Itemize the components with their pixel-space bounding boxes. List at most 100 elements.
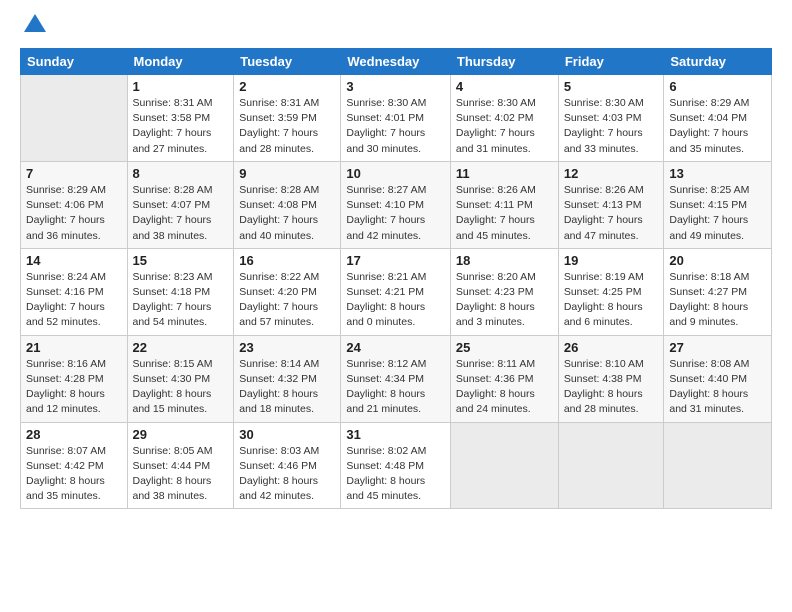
logo [20,18,46,38]
day-number: 23 [239,340,335,355]
table-row: 6 Sunrise: 8:29 AMSunset: 4:04 PMDaylight… [664,75,772,162]
day-detail: Sunrise: 8:29 AMSunset: 4:04 PMDaylight:… [669,96,766,157]
day-number: 17 [346,253,445,268]
table-row: 12 Sunrise: 8:26 AMSunset: 4:13 PMDayligh… [558,161,664,248]
day-detail: Sunrise: 8:23 AMSunset: 4:18 PMDaylight:… [133,270,229,331]
day-number: 27 [669,340,766,355]
day-number: 31 [346,427,445,442]
day-detail: Sunrise: 8:19 AMSunset: 4:25 PMDaylight:… [564,270,659,331]
table-row: 3 Sunrise: 8:30 AMSunset: 4:01 PMDaylight… [341,75,451,162]
day-detail: Sunrise: 8:28 AMSunset: 4:08 PMDaylight:… [239,183,335,244]
table-row: 5 Sunrise: 8:30 AMSunset: 4:03 PMDaylight… [558,75,664,162]
table-row: 26 Sunrise: 8:10 AMSunset: 4:38 PMDayligh… [558,335,664,422]
table-row: 16 Sunrise: 8:22 AMSunset: 4:20 PMDayligh… [234,248,341,335]
table-row: 22 Sunrise: 8:15 AMSunset: 4:30 PMDayligh… [127,335,234,422]
table-row: 17 Sunrise: 8:21 AMSunset: 4:21 PMDayligh… [341,248,451,335]
day-detail: Sunrise: 8:27 AMSunset: 4:10 PMDaylight:… [346,183,445,244]
day-number: 10 [346,166,445,181]
day-detail: Sunrise: 8:24 AMSunset: 4:16 PMDaylight:… [26,270,122,331]
col-sunday: Sunday [21,49,128,75]
table-row: 18 Sunrise: 8:20 AMSunset: 4:23 PMDayligh… [450,248,558,335]
table-row [450,422,558,509]
day-detail: Sunrise: 8:03 AMSunset: 4:46 PMDaylight:… [239,444,335,505]
day-number: 25 [456,340,553,355]
day-number: 5 [564,79,659,94]
calendar-week-row: 1 Sunrise: 8:31 AMSunset: 3:58 PMDaylight… [21,75,772,162]
day-detail: Sunrise: 8:07 AMSunset: 4:42 PMDaylight:… [26,444,122,505]
day-detail: Sunrise: 8:26 AMSunset: 4:13 PMDaylight:… [564,183,659,244]
day-detail: Sunrise: 8:11 AMSunset: 4:36 PMDaylight:… [456,357,553,418]
table-row: 10 Sunrise: 8:27 AMSunset: 4:10 PMDayligh… [341,161,451,248]
page: Sunday Monday Tuesday Wednesday Thursday… [0,0,792,612]
day-number: 4 [456,79,553,94]
day-number: 29 [133,427,229,442]
day-detail: Sunrise: 8:31 AMSunset: 3:58 PMDaylight:… [133,96,229,157]
day-detail: Sunrise: 8:15 AMSunset: 4:30 PMDaylight:… [133,357,229,418]
table-row: 25 Sunrise: 8:11 AMSunset: 4:36 PMDayligh… [450,335,558,422]
day-detail: Sunrise: 8:05 AMSunset: 4:44 PMDaylight:… [133,444,229,505]
day-detail: Sunrise: 8:29 AMSunset: 4:06 PMDaylight:… [26,183,122,244]
table-row: 13 Sunrise: 8:25 AMSunset: 4:15 PMDayligh… [664,161,772,248]
day-detail: Sunrise: 8:02 AMSunset: 4:48 PMDaylight:… [346,444,445,505]
day-detail: Sunrise: 8:18 AMSunset: 4:27 PMDaylight:… [669,270,766,331]
day-detail: Sunrise: 8:21 AMSunset: 4:21 PMDaylight:… [346,270,445,331]
day-number: 18 [456,253,553,268]
table-row: 7 Sunrise: 8:29 AMSunset: 4:06 PMDaylight… [21,161,128,248]
table-row: 19Sunrise: 8:19 AMSunset: 4:25 PMDayligh… [558,248,664,335]
table-row: 15 Sunrise: 8:23 AMSunset: 4:18 PMDayligh… [127,248,234,335]
day-number: 16 [239,253,335,268]
day-detail: Sunrise: 8:08 AMSunset: 4:40 PMDaylight:… [669,357,766,418]
day-number: 20 [669,253,766,268]
weekday-header-row: Sunday Monday Tuesday Wednesday Thursday… [21,49,772,75]
day-number: 13 [669,166,766,181]
table-row: 30 Sunrise: 8:03 AMSunset: 4:46 PMDayligh… [234,422,341,509]
table-row: 9 Sunrise: 8:28 AMSunset: 4:08 PMDaylight… [234,161,341,248]
table-row: 21 Sunrise: 8:16 AMSunset: 4:28 PMDayligh… [21,335,128,422]
day-detail: Sunrise: 8:30 AMSunset: 4:02 PMDaylight:… [456,96,553,157]
day-detail: Sunrise: 8:16 AMSunset: 4:28 PMDaylight:… [26,357,122,418]
calendar-week-row: 14 Sunrise: 8:24 AMSunset: 4:16 PMDayligh… [21,248,772,335]
table-row [664,422,772,509]
calendar-table: Sunday Monday Tuesday Wednesday Thursday… [20,48,772,509]
day-number: 9 [239,166,335,181]
table-row [558,422,664,509]
day-number: 12 [564,166,659,181]
day-number: 6 [669,79,766,94]
day-number: 3 [346,79,445,94]
day-detail: Sunrise: 8:20 AMSunset: 4:23 PMDaylight:… [456,270,553,331]
calendar-week-row: 28 Sunrise: 8:07 AMSunset: 4:42 PMDayligh… [21,422,772,509]
col-saturday: Saturday [664,49,772,75]
day-number: 1 [133,79,229,94]
table-row: 20 Sunrise: 8:18 AMSunset: 4:27 PMDayligh… [664,248,772,335]
day-number: 21 [26,340,122,355]
day-number: 15 [133,253,229,268]
day-detail: Sunrise: 8:30 AMSunset: 4:01 PMDaylight:… [346,96,445,157]
col-monday: Monday [127,49,234,75]
day-detail: Sunrise: 8:31 AMSunset: 3:59 PMDaylight:… [239,96,335,157]
table-row: 2 Sunrise: 8:31 AMSunset: 3:59 PMDaylight… [234,75,341,162]
table-row: 8Sunrise: 8:28 AMSunset: 4:07 PMDaylight… [127,161,234,248]
day-detail: Sunrise: 8:12 AMSunset: 4:34 PMDaylight:… [346,357,445,418]
calendar-week-row: 7 Sunrise: 8:29 AMSunset: 4:06 PMDaylight… [21,161,772,248]
day-number: 26 [564,340,659,355]
day-detail: Sunrise: 8:26 AMSunset: 4:11 PMDaylight:… [456,183,553,244]
day-number: 30 [239,427,335,442]
table-row: 31 Sunrise: 8:02 AMSunset: 4:48 PMDayligh… [341,422,451,509]
col-wednesday: Wednesday [341,49,451,75]
day-number: 24 [346,340,445,355]
day-detail: Sunrise: 8:30 AMSunset: 4:03 PMDaylight:… [564,96,659,157]
day-number: 2 [239,79,335,94]
day-number: 28 [26,427,122,442]
day-number: 14 [26,253,122,268]
calendar-week-row: 21 Sunrise: 8:16 AMSunset: 4:28 PMDayligh… [21,335,772,422]
col-thursday: Thursday [450,49,558,75]
table-row: 24 Sunrise: 8:12 AMSunset: 4:34 PMDayligh… [341,335,451,422]
table-row: 27 Sunrise: 8:08 AMSunset: 4:40 PMDayligh… [664,335,772,422]
logo-icon [24,12,46,34]
day-number: 7 [26,166,122,181]
col-friday: Friday [558,49,664,75]
day-detail: Sunrise: 8:10 AMSunset: 4:38 PMDaylight:… [564,357,659,418]
day-detail: Sunrise: 8:22 AMSunset: 4:20 PMDaylight:… [239,270,335,331]
day-number: 22 [133,340,229,355]
day-detail: Sunrise: 8:25 AMSunset: 4:15 PMDaylight:… [669,183,766,244]
